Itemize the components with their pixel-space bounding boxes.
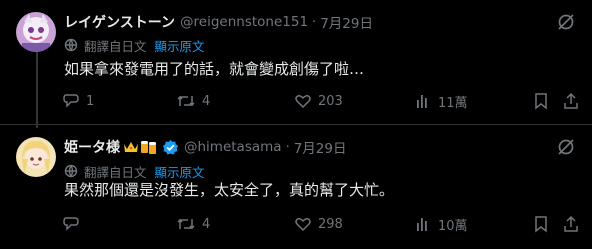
tweet-text: 如果拿來發電用了的話，就會變成創傷了啦… <box>64 60 365 78</box>
separator-dot: · <box>285 139 290 155</box>
translate-icon <box>64 38 78 52</box>
beer-icon <box>140 139 158 155</box>
like-count: 203 <box>318 93 343 109</box>
reply-count: 1 <box>86 93 95 109</box>
bookmark-button[interactable] <box>532 213 550 235</box>
retweet-button[interactable]: 4 <box>176 213 210 235</box>
reply-icon <box>62 92 80 110</box>
views-icon <box>414 215 432 233</box>
like-icon <box>294 215 312 233</box>
user-handle[interactable]: @himetasama <box>184 139 282 155</box>
tweet-1[interactable]: レイゲンストーン @reigennstone151 · 7月29日 翻譯自日文 … <box>0 0 592 128</box>
bookmark-icon <box>532 92 550 110</box>
views-count: 10萬 <box>438 218 468 234</box>
tweet-date[interactable]: 7月29日 <box>294 137 347 157</box>
thread-line <box>36 52 38 128</box>
translation-notice: 翻譯自日文 顯示原文 <box>64 162 205 180</box>
tweet-date[interactable]: 7月29日 <box>320 12 373 32</box>
tweet-header: 姫ータ様 @himetasama · 7月29日 <box>64 137 346 157</box>
translate-label: 翻譯自日文 <box>84 164 147 180</box>
translate-label: 翻譯自日文 <box>84 38 147 54</box>
action-bar: 1 4 203 11萬 <box>62 90 582 112</box>
reply-button[interactable]: 1 <box>62 90 94 112</box>
views-button[interactable]: 11萬 <box>414 90 468 112</box>
grok-icon[interactable] <box>556 12 576 32</box>
avatar[interactable] <box>16 137 56 177</box>
share-icon <box>562 215 580 233</box>
reply-button[interactable] <box>62 213 86 235</box>
share-button[interactable] <box>562 90 580 112</box>
show-original-link[interactable]: 顯示原文 <box>155 162 205 181</box>
share-icon <box>562 92 580 110</box>
bookmark-button[interactable] <box>532 90 550 112</box>
tweet-2[interactable]: 姫ータ様 @himetasama · 7月29日 翻譯自日文 顯示原文 果然那個… <box>0 124 592 249</box>
bookmark-icon <box>532 215 550 233</box>
display-name[interactable]: 姫ータ様 <box>64 137 120 157</box>
user-handle[interactable]: @reigennstone151 <box>180 14 308 30</box>
views-icon <box>414 92 432 110</box>
translation-notice: 翻譯自日文 顯示原文 <box>64 36 205 54</box>
retweet-button[interactable]: 4 <box>176 90 210 112</box>
translate-icon <box>64 164 78 178</box>
tweet-text: 果然那個還是沒發生，太安全了，真的幫了大忙。 <box>64 181 395 199</box>
avatar[interactable] <box>16 12 56 52</box>
views-button[interactable]: 10萬 <box>414 213 468 235</box>
like-count: 298 <box>318 216 343 232</box>
separator-dot: · <box>312 14 317 30</box>
action-bar: 4 298 10萬 <box>62 213 582 235</box>
views-count: 11萬 <box>438 95 468 111</box>
like-button[interactable]: 203 <box>294 90 343 112</box>
show-original-link[interactable]: 顯示原文 <box>155 36 205 55</box>
emoji-badges <box>123 139 179 156</box>
crown-icon <box>123 140 139 154</box>
share-button[interactable] <box>562 213 580 235</box>
retweet-icon <box>176 92 196 110</box>
reply-icon <box>62 215 80 233</box>
retweet-count: 4 <box>202 216 211 232</box>
like-button[interactable]: 298 <box>294 213 343 235</box>
like-icon <box>294 92 312 110</box>
verified-badge-icon[interactable] <box>162 139 179 156</box>
grok-icon[interactable] <box>556 137 576 157</box>
retweet-icon <box>176 215 196 233</box>
tweet-header: レイゲンストーン @reigennstone151 · 7月29日 <box>64 12 373 32</box>
retweet-count: 4 <box>202 93 211 109</box>
display-name[interactable]: レイゲンストーン <box>64 12 175 32</box>
